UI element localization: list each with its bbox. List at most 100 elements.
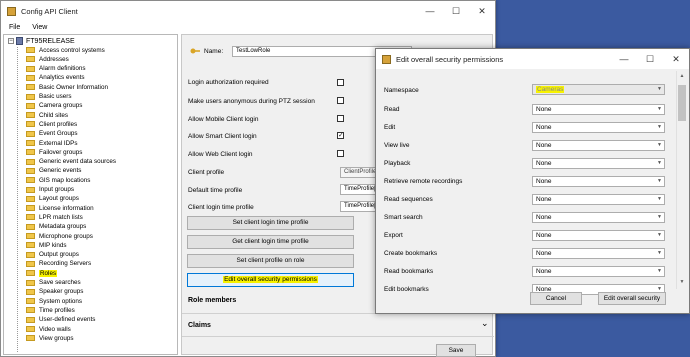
tree-item[interactable]: System options — [26, 297, 82, 305]
dropdown-arrow-icon: ▼ — [657, 268, 662, 274]
set-login-time-profile-button[interactable]: Set client login time profile — [187, 216, 354, 230]
tree-item[interactable]: Access control systems — [26, 46, 105, 54]
tree-item[interactable]: Recording Servers — [26, 260, 91, 268]
scroll-up-icon[interactable]: ▲ — [677, 73, 687, 79]
permission-select[interactable]: None ▼ — [532, 230, 665, 241]
tree-item-label: Microphone groups — [39, 232, 93, 240]
edit-security-permissions-button[interactable]: Edit overall security permissions — [187, 273, 354, 287]
tree-item-label: Video walls — [39, 325, 71, 333]
tree-item[interactable]: Alarm definitions — [26, 65, 86, 73]
permission-value: None — [536, 214, 552, 221]
tree-item[interactable]: GIS map locations — [26, 176, 90, 184]
permission-select[interactable]: None ▼ — [532, 176, 665, 187]
tree-item[interactable]: MIP kinds — [26, 241, 67, 249]
tree-item[interactable]: Addresses — [26, 55, 69, 63]
tree-item[interactable]: LPR match lists — [26, 213, 83, 221]
mobile-login-checkbox[interactable] — [337, 115, 344, 122]
tree-item[interactable]: External IDPs — [26, 139, 78, 147]
dialog-title: Edit overall security permissions — [396, 54, 504, 64]
tree-item-label: Alarm definitions — [39, 65, 86, 73]
chevron-down-icon[interactable]: ⌄ — [481, 318, 489, 329]
collapse-icon[interactable]: − — [8, 38, 14, 44]
config-tree[interactable]: − FT95RELEASE Access control systems Addr… — [3, 34, 178, 355]
get-login-time-profile-button[interactable]: Get client login time profile — [187, 235, 354, 249]
permission-select[interactable]: None ▼ — [532, 140, 665, 151]
smart-client-checkbox[interactable] — [337, 131, 344, 139]
scroll-down-icon[interactable]: ▼ — [677, 279, 687, 285]
tree-item[interactable]: Child sites — [26, 111, 68, 119]
tree-item[interactable]: Client profiles — [26, 120, 77, 128]
namespace-select[interactable]: Cameras ▼ — [532, 84, 665, 95]
tree-item[interactable]: View groups — [26, 334, 74, 342]
minimize-icon[interactable]: — — [417, 6, 443, 16]
scroll-thumb[interactable] — [678, 85, 686, 121]
dropdown-arrow-icon: ▼ — [657, 106, 662, 112]
dropdown-arrow-icon: ▼ — [657, 250, 662, 256]
menu-view[interactable]: View — [32, 24, 47, 31]
cancel-button[interactable]: Cancel — [530, 292, 582, 305]
tree-item-label: Save searches — [39, 279, 81, 287]
dropdown-arrow-icon: ▼ — [657, 86, 662, 92]
tree-item[interactable]: Microphone groups — [26, 232, 93, 240]
permission-value: None — [536, 196, 552, 203]
permission-select[interactable]: None ▼ — [532, 122, 665, 133]
tree-item[interactable]: Time profiles — [26, 306, 75, 314]
tree-item[interactable]: Failover groups — [26, 148, 82, 156]
permission-select[interactable]: None ▼ — [532, 212, 665, 223]
tree-item-label: Failover groups — [39, 148, 83, 156]
claims-heading[interactable]: Claims — [188, 322, 211, 329]
tree-item[interactable]: Roles — [26, 269, 58, 277]
folder-icon — [26, 195, 35, 202]
permission-select[interactable]: None ▼ — [532, 194, 665, 205]
login-auth-checkbox[interactable] — [337, 79, 344, 86]
edit-overall-security-button[interactable]: Edit overall security — [598, 292, 666, 305]
permission-label: Edit bookmarks — [384, 286, 429, 293]
dropdown-arrow-icon: ▼ — [657, 232, 662, 238]
folder-icon — [26, 298, 35, 305]
dialog-maximize-icon[interactable]: ☐ — [637, 54, 663, 65]
tree-item[interactable]: Basic users — [26, 93, 72, 101]
tree-item[interactable]: User-defined events — [26, 316, 95, 324]
web-client-checkbox[interactable] — [337, 150, 344, 157]
tree-item[interactable]: Generic events — [26, 167, 81, 175]
close-icon[interactable]: ✕ — [469, 6, 495, 17]
tree-item[interactable]: Analytics events — [26, 74, 85, 82]
tree-item[interactable]: Output groups — [26, 251, 79, 259]
anon-ptz-label: Make users anonymous during PTZ session — [188, 98, 315, 105]
tree-item-label: LPR match lists — [39, 213, 83, 221]
tree-item[interactable]: License information — [26, 204, 94, 212]
tree-item-label: Camera groups — [39, 102, 83, 110]
tree-item[interactable]: Save searches — [26, 279, 81, 287]
tree-item[interactable]: Input groups — [26, 186, 74, 194]
folder-icon — [26, 270, 35, 277]
permission-select[interactable]: None ▼ — [532, 104, 665, 115]
maximize-icon[interactable]: ☐ — [443, 6, 469, 17]
permission-select[interactable]: None ▼ — [532, 266, 665, 277]
permission-value: None — [536, 232, 552, 239]
tree-item[interactable]: Generic event data sources — [26, 158, 116, 166]
tree-item[interactable]: Layout groups — [26, 195, 79, 203]
tree-item[interactable]: Video walls — [26, 325, 71, 333]
dialog-scrollbar[interactable]: ▲ ▼ — [676, 71, 687, 289]
namespace-value: Cameras — [536, 86, 565, 93]
tree-item-label: Basic Owner Information — [39, 83, 108, 91]
main-title-bar: Config API Client — ☐ ✕ — [1, 1, 495, 21]
permission-select[interactable]: None ▼ — [532, 248, 665, 259]
folder-icon — [26, 149, 35, 156]
tree-item[interactable]: Metadata groups — [26, 223, 86, 231]
tree-item[interactable]: Basic Owner Information — [26, 83, 108, 91]
tree-item[interactable]: Camera groups — [26, 102, 82, 110]
dialog-close-icon[interactable]: ✕ — [663, 54, 689, 65]
permission-select[interactable]: None ▼ — [532, 158, 665, 169]
set-client-profile-button[interactable]: Set client profile on role — [187, 254, 354, 268]
tree-item[interactable]: Event Groups — [26, 130, 78, 138]
tree-root-label: FT95RELEASE — [26, 37, 75, 45]
tree-root[interactable]: − FT95RELEASE — [8, 37, 75, 45]
anon-ptz-checkbox[interactable] — [337, 97, 344, 104]
menu-file[interactable]: File — [9, 24, 20, 31]
role-members-heading[interactable]: Role members — [188, 297, 236, 304]
smart-client-label: Allow Smart Client login — [188, 133, 257, 140]
save-button[interactable]: Save — [436, 344, 476, 357]
dialog-minimize-icon[interactable]: — — [611, 54, 637, 64]
tree-item[interactable]: Speaker groups — [26, 288, 83, 296]
